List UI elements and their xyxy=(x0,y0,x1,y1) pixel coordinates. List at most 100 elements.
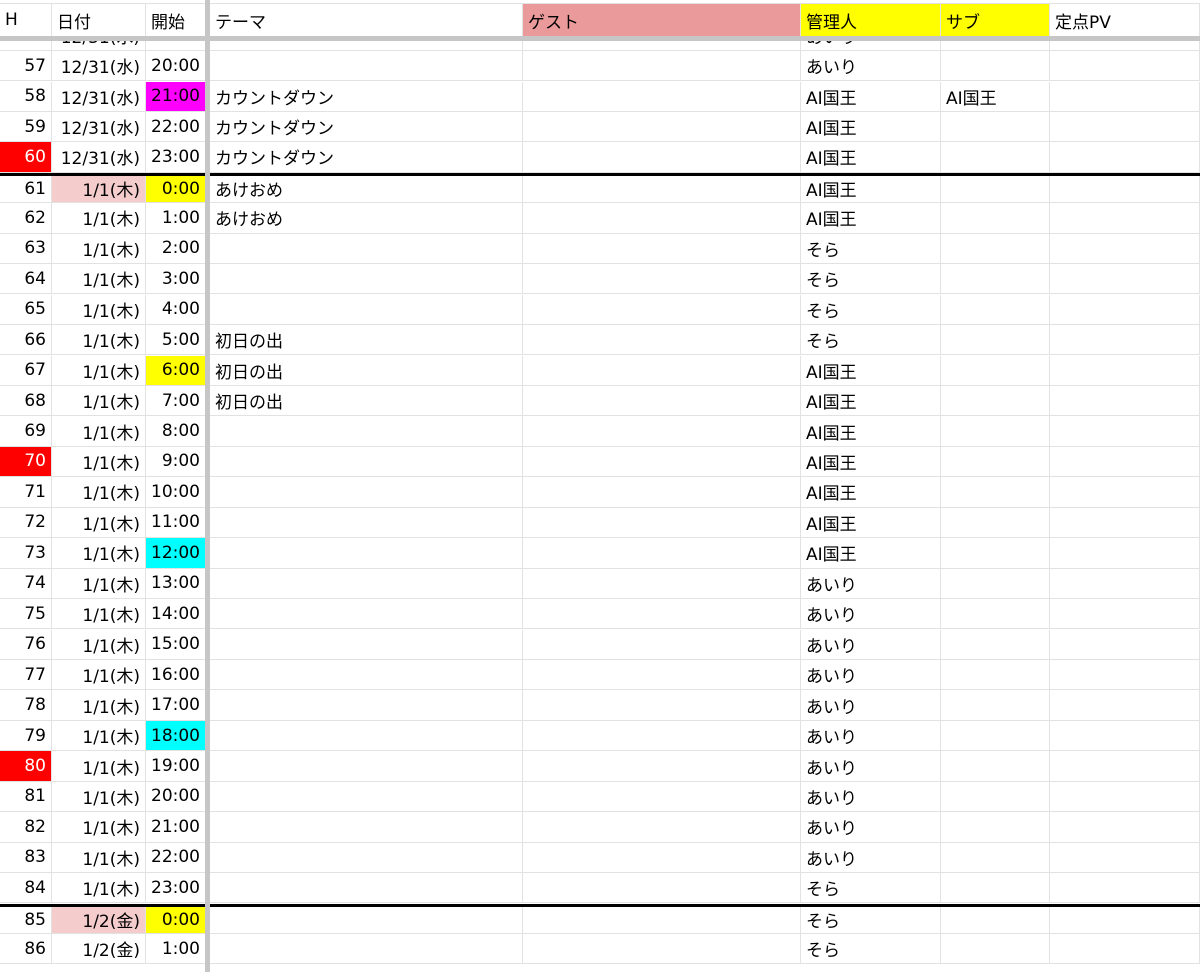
cell-pv[interactable] xyxy=(1050,629,1200,659)
cell-kanri[interactable]: あいり xyxy=(801,781,941,812)
cell-date[interactable]: 1/1(木) xyxy=(52,355,146,385)
cell-start[interactable]: 8:00 xyxy=(146,416,206,446)
cell-sub[interactable] xyxy=(941,690,1050,720)
cell-theme[interactable] xyxy=(210,446,523,477)
cell-h[interactable]: 81 xyxy=(0,781,52,812)
cell-kanri[interactable]: そら xyxy=(801,325,941,355)
cell-theme[interactable] xyxy=(210,416,523,446)
cell-kanri[interactable]: あいり xyxy=(801,629,941,659)
cell-start[interactable]: 1:00 xyxy=(146,934,206,964)
cell-h[interactable]: 79 xyxy=(0,720,52,751)
cell-theme[interactable] xyxy=(210,568,523,598)
cell-h[interactable]: 78 xyxy=(0,690,52,720)
cell-sub[interactable] xyxy=(941,203,1050,233)
cell-guest[interactable] xyxy=(523,355,801,385)
cell-start[interactable]: 3:00 xyxy=(146,264,206,294)
cell-h[interactable]: 86 xyxy=(0,934,52,964)
cell-guest[interactable] xyxy=(523,294,801,324)
cell-date[interactable]: 1/1(木) xyxy=(52,538,146,568)
cell-guest[interactable] xyxy=(523,720,801,751)
cell-theme[interactable] xyxy=(210,873,523,903)
cell-guest[interactable] xyxy=(523,507,801,538)
cell-h[interactable]: 63 xyxy=(0,233,52,264)
cell-guest[interactable] xyxy=(523,751,801,781)
cell-start[interactable]: 0:00 xyxy=(146,906,206,933)
cell-pv[interactable] xyxy=(1050,51,1200,81)
cell-h[interactable]: 85 xyxy=(0,906,52,933)
cell-pv[interactable] xyxy=(1050,203,1200,233)
cell-guest[interactable] xyxy=(523,538,801,568)
cell-pv[interactable] xyxy=(1050,568,1200,598)
cell-sub[interactable] xyxy=(941,873,1050,903)
cell-kanri[interactable]: あいり xyxy=(801,568,941,598)
cell-date[interactable]: 1/1(木) xyxy=(52,325,146,355)
cell-h[interactable]: 77 xyxy=(0,660,52,690)
spreadsheet-grid[interactable]: H 日付 開始 テーマ ゲスト 管理人 サブ 定点PV 56 12/31(水) … xyxy=(0,0,1200,972)
cell-pv[interactable] xyxy=(1050,812,1200,842)
cell-pv[interactable] xyxy=(1050,355,1200,385)
cell-date[interactable]: 1/1(木) xyxy=(52,599,146,629)
cell-kanri[interactable]: あいり xyxy=(801,599,941,629)
cell-theme[interactable]: あけおめ xyxy=(210,175,523,203)
cell-guest[interactable] xyxy=(523,264,801,294)
cell-theme[interactable] xyxy=(210,507,523,538)
cell-guest[interactable] xyxy=(523,477,801,507)
cell-kanri[interactable]: あいり xyxy=(801,842,941,873)
cell-kanri[interactable]: そら xyxy=(801,233,941,264)
cell-theme[interactable] xyxy=(210,690,523,720)
cell-sub[interactable] xyxy=(941,233,1050,264)
cell-theme[interactable]: カウントダウン xyxy=(210,81,523,111)
cell-start[interactable]: 21:00 xyxy=(146,81,206,111)
cell-guest[interactable] xyxy=(523,325,801,355)
cell-start[interactable]: 18:00 xyxy=(146,720,206,751)
cell-theme[interactable] xyxy=(210,477,523,507)
cell-start[interactable]: 17:00 xyxy=(146,690,206,720)
cell-theme[interactable] xyxy=(210,233,523,264)
cell-pv[interactable] xyxy=(1050,175,1200,203)
frozen-column-divider[interactable] xyxy=(205,0,210,972)
header-kanri[interactable]: 管理人 xyxy=(801,4,941,36)
cell-h[interactable]: 69 xyxy=(0,416,52,446)
cell-date[interactable]: 1/1(木) xyxy=(52,175,146,203)
cell-start[interactable]: 12:00 xyxy=(146,538,206,568)
cell-sub[interactable] xyxy=(941,842,1050,873)
cell-guest[interactable] xyxy=(523,690,801,720)
cell-h[interactable]: 74 xyxy=(0,568,52,598)
cell-theme[interactable] xyxy=(210,599,523,629)
cell-start[interactable]: 11:00 xyxy=(146,507,206,538)
cell-start[interactable]: 10:00 xyxy=(146,477,206,507)
cell-guest[interactable] xyxy=(523,842,801,873)
cell-date[interactable]: 12/31(水) xyxy=(52,142,146,172)
cell-kanri[interactable]: AI国王 xyxy=(801,111,941,142)
cell-theme[interactable]: 初日の出 xyxy=(210,325,523,355)
cell-kanri[interactable]: あいり xyxy=(801,751,941,781)
cell-date[interactable]: 1/2(金) xyxy=(52,906,146,933)
cell-date[interactable]: 1/1(木) xyxy=(52,507,146,538)
cell-date[interactable]: 1/1(木) xyxy=(52,416,146,446)
frozen-row-divider[interactable] xyxy=(0,36,1200,41)
cell-kanri[interactable]: AI国王 xyxy=(801,203,941,233)
cell-guest[interactable] xyxy=(523,385,801,416)
cell-kanri[interactable]: AI国王 xyxy=(801,477,941,507)
cell-theme[interactable] xyxy=(210,538,523,568)
cell-guest[interactable] xyxy=(523,660,801,690)
cell-date[interactable]: 1/1(木) xyxy=(52,781,146,812)
cell-date[interactable]: 12/31(水) xyxy=(52,111,146,142)
cell-kanri[interactable]: そら xyxy=(801,294,941,324)
cell-start[interactable]: 6:00 xyxy=(146,355,206,385)
cell-start[interactable]: 1:00 xyxy=(146,203,206,233)
cell-guest[interactable] xyxy=(523,629,801,659)
cell-start[interactable]: 23:00 xyxy=(146,142,206,172)
cell-theme[interactable] xyxy=(210,751,523,781)
cell-pv[interactable] xyxy=(1050,538,1200,568)
cell-pv[interactable] xyxy=(1050,233,1200,264)
cell-pv[interactable] xyxy=(1050,873,1200,903)
header-start[interactable]: 開始 xyxy=(146,4,206,36)
cell-theme[interactable]: カウントダウン xyxy=(210,111,523,142)
cell-h[interactable]: 67 xyxy=(0,355,52,385)
cell-guest[interactable] xyxy=(523,781,801,812)
cell-pv[interactable] xyxy=(1050,111,1200,142)
cell-pv[interactable] xyxy=(1050,477,1200,507)
cell-kanri[interactable]: あいり xyxy=(801,812,941,842)
cell-sub[interactable] xyxy=(941,51,1050,81)
